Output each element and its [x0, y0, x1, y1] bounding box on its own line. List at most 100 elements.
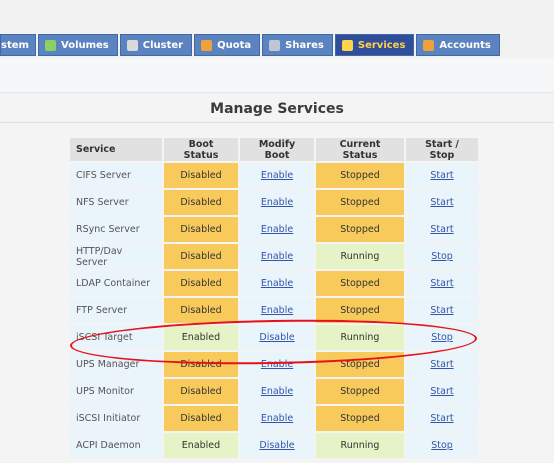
start-stop-cell: Start [406, 217, 478, 242]
start-stop-cell: Start [406, 163, 478, 188]
start-stop-link[interactable]: Start [430, 278, 453, 289]
service-name: HTTP/Dav Server [70, 244, 162, 269]
table-row: FTP Server Disabled Enable Stopped Start [70, 298, 478, 323]
main-tab-bar: stem Volumes Cluster Quota Shares Services Acc… [0, 34, 502, 58]
start-stop-cell: Start [406, 190, 478, 215]
start-stop-cell: Start [406, 406, 478, 431]
start-stop-link[interactable]: Start [430, 224, 453, 235]
service-name: FTP Server [70, 298, 162, 323]
table-row: UPS Manager Disabled Enable Stopped Start [70, 352, 478, 377]
table-row: CIFS Server Disabled Enable Stopped Start [70, 163, 478, 188]
current-status: Stopped [316, 271, 404, 296]
table-row: LDAP Container Disabled Enable Stopped Start [70, 271, 478, 296]
page-title: Manage Services [210, 101, 344, 117]
modify-boot-cell: Disable [240, 325, 314, 350]
services-icon [341, 39, 353, 51]
col-boot-status-header: Boot Status [164, 138, 238, 161]
modify-boot-cell: Enable [240, 379, 314, 404]
boot-status: Disabled [164, 271, 238, 296]
modify-boot-cell: Disable [240, 433, 314, 458]
modify-boot-link[interactable]: Enable [261, 359, 293, 370]
services-table: Service Boot Status Modify Boot Current … [68, 136, 480, 460]
tab-volumes[interactable]: Volumes [38, 34, 118, 56]
tab-services[interactable]: Services [334, 34, 415, 56]
modify-boot-cell: Enable [240, 244, 314, 269]
start-stop-cell: Start [406, 271, 478, 296]
modify-boot-link[interactable]: Enable [261, 197, 293, 208]
modify-boot-link[interactable]: Enable [261, 305, 293, 316]
col-start-stop-header: Start / Stop [406, 138, 478, 161]
boot-status: Disabled [164, 298, 238, 323]
modify-boot-link[interactable]: Disable [259, 332, 294, 343]
modify-boot-link[interactable]: Enable [261, 170, 293, 181]
service-name: iSCSI Target [70, 325, 162, 350]
modify-boot-link[interactable]: Enable [261, 413, 293, 424]
start-stop-link[interactable]: Stop [431, 251, 453, 262]
modify-boot-cell: Enable [240, 352, 314, 377]
boot-status: Disabled [164, 352, 238, 377]
start-stop-link[interactable]: Start [430, 197, 453, 208]
boot-status: Disabled [164, 190, 238, 215]
tab-label: stem [1, 39, 29, 51]
current-status: Stopped [316, 379, 404, 404]
modify-boot-link[interactable]: Enable [261, 224, 293, 235]
volumes-icon [45, 39, 56, 51]
tab-label: Cluster [142, 39, 184, 51]
current-status: Running [316, 244, 404, 269]
start-stop-cell: Stop [406, 244, 478, 269]
service-name: iSCSI Initiator [70, 406, 162, 431]
boot-status: Disabled [164, 379, 238, 404]
top-header: stem Volumes Cluster Quota Shares Services Acc… [0, 0, 554, 58]
boot-status: Disabled [164, 217, 238, 242]
sub-toolbar [0, 58, 554, 93]
tab-stem[interactable]: stem [0, 34, 36, 56]
modify-boot-link[interactable]: Disable [259, 440, 294, 451]
boot-status: Enabled [164, 325, 238, 350]
current-status: Stopped [316, 190, 404, 215]
boot-status: Enabled [164, 433, 238, 458]
start-stop-link[interactable]: Start [430, 359, 453, 370]
table-row: RSync Server Disabled Enable Stopped Start [70, 217, 478, 242]
modify-boot-cell: Enable [240, 406, 314, 431]
modify-boot-cell: Enable [240, 190, 314, 215]
table-row: UPS Monitor Disabled Enable Stopped Start [70, 379, 478, 404]
start-stop-link[interactable]: Stop [431, 440, 453, 451]
col-modify-boot-header: Modify Boot [240, 138, 314, 161]
start-stop-link[interactable]: Start [430, 386, 453, 397]
current-status: Stopped [316, 352, 404, 377]
modify-boot-link[interactable]: Enable [261, 278, 293, 289]
start-stop-cell: Start [406, 352, 478, 377]
start-stop-cell: Start [406, 379, 478, 404]
tab-label: Services [357, 39, 406, 51]
title-divider [0, 122, 554, 123]
tab-cluster[interactable]: Cluster [119, 34, 193, 56]
table-row: iSCSI Target Enabled Disable Running Stop [70, 325, 478, 350]
quota-icon [201, 39, 213, 51]
start-stop-link[interactable]: Stop [431, 332, 453, 343]
current-status: Running [316, 325, 404, 350]
start-stop-link[interactable]: Start [430, 170, 453, 181]
current-status: Stopped [316, 406, 404, 431]
table-row: NFS Server Disabled Enable Stopped Start [70, 190, 478, 215]
service-name: RSync Server [70, 217, 162, 242]
table-header-row: Service Boot Status Modify Boot Current … [70, 138, 478, 161]
col-service-header: Service [70, 138, 162, 161]
boot-status: Disabled [164, 244, 238, 269]
modify-boot-link[interactable]: Enable [261, 251, 293, 262]
start-stop-link[interactable]: Start [430, 305, 453, 316]
service-name: LDAP Container [70, 271, 162, 296]
tab-accounts[interactable]: Accounts [416, 34, 500, 56]
tab-shares[interactable]: Shares [262, 34, 333, 56]
modify-boot-cell: Enable [240, 217, 314, 242]
modify-boot-cell: Enable [240, 298, 314, 323]
modify-boot-cell: Enable [240, 163, 314, 188]
table-row: HTTP/Dav Server Disabled Enable Running Stop [70, 244, 478, 269]
tab-label: Volumes [61, 39, 109, 51]
service-name: UPS Monitor [70, 379, 162, 404]
tab-quota[interactable]: Quota [194, 34, 261, 56]
tab-label: Quota [217, 39, 252, 51]
service-name: NFS Server [70, 190, 162, 215]
col-current-status-header: Current Status [316, 138, 404, 161]
modify-boot-link[interactable]: Enable [261, 386, 293, 397]
start-stop-link[interactable]: Start [430, 413, 453, 424]
